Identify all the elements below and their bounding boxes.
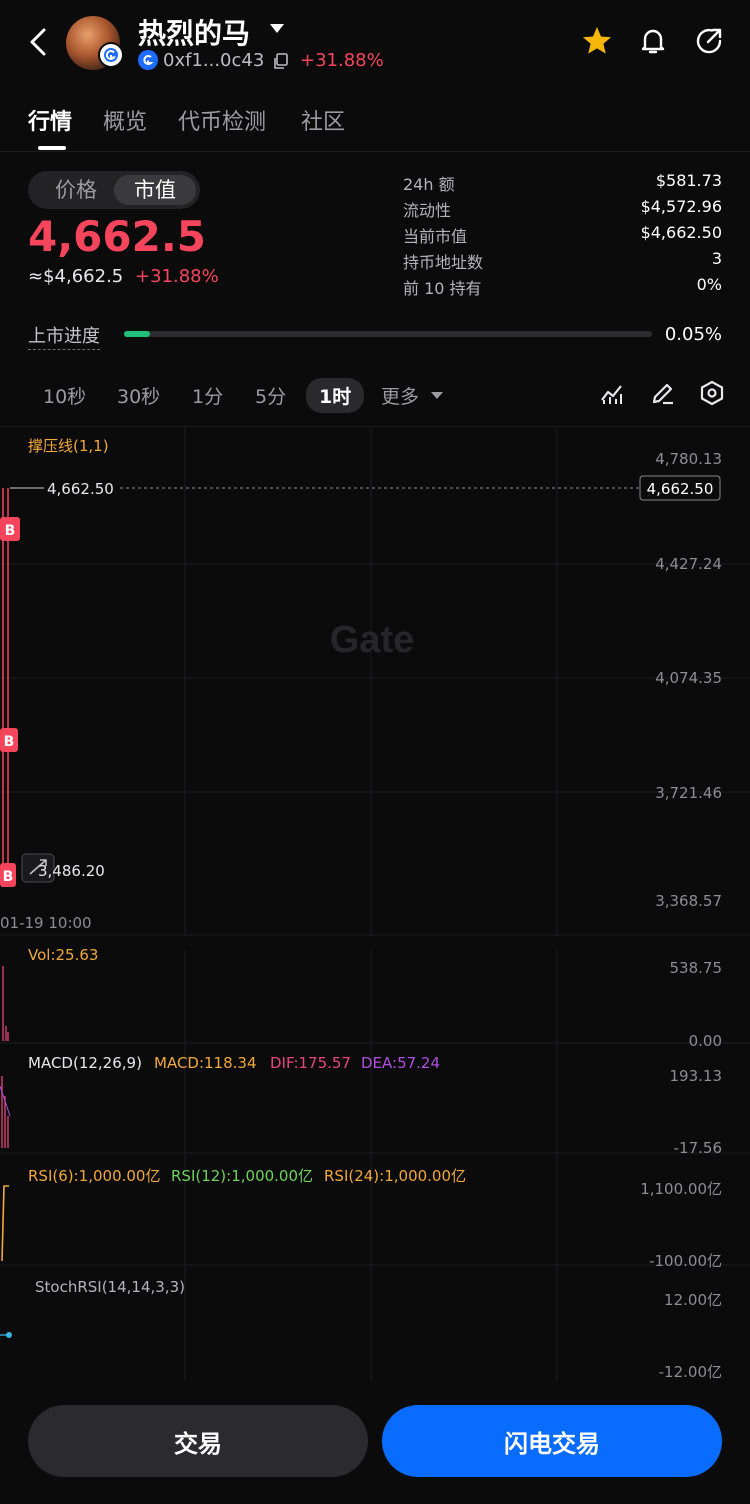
stat-value-top10: 0% xyxy=(696,275,722,294)
stat-value-mcap: $4,662.50 xyxy=(640,223,722,242)
macd-histogram xyxy=(1,1076,9,1148)
interval-5m[interactable]: 5分 xyxy=(255,382,286,409)
gate-watermark: Gate xyxy=(330,619,414,661)
stat-label-holders: 持币地址数 xyxy=(403,253,484,272)
y-tick: 3,368.57 xyxy=(655,892,722,910)
platform-badge-icon xyxy=(98,42,124,68)
draw-pen-icon[interactable] xyxy=(650,380,676,406)
stat-label-mcap: 当前市值 xyxy=(403,227,468,246)
y-tick: 4,780.13 xyxy=(655,450,722,468)
vol-bars xyxy=(2,966,9,1041)
rsi24: RSI(24):1,000.00亿 xyxy=(324,1167,466,1185)
listing-progress-fill xyxy=(124,331,151,337)
listing-progress-bar xyxy=(124,331,652,337)
interval-1h[interactable]: 1时 xyxy=(306,378,365,413)
stat-label-volume: 24h 额 xyxy=(403,175,455,194)
stat-value-liquidity: $4,572.96 xyxy=(640,197,722,216)
macd-max: 193.13 xyxy=(670,1067,723,1085)
stat-value-volume: $581.73 xyxy=(655,171,722,190)
trade-button[interactable]: 交易 xyxy=(28,1405,368,1477)
tab-market[interactable]: 行情 xyxy=(28,104,72,136)
price-candle-line xyxy=(2,488,9,866)
price-chart[interactable]: Gate 撑压线(1,1) 4,662.50 4,662.50 B B B 3,… xyxy=(0,426,750,1380)
buy-marker-label: B xyxy=(4,734,15,750)
macd-dif: DIF:175.57 xyxy=(270,1054,351,1072)
chevron-down-icon[interactable] xyxy=(270,24,284,33)
chart-grid xyxy=(0,426,750,1380)
indicator-label: 撑压线(1,1) xyxy=(28,437,109,455)
interval-30s[interactable]: 30秒 xyxy=(117,382,160,409)
copy-icon[interactable] xyxy=(272,52,290,70)
rsi-min: -100.00亿 xyxy=(649,1252,722,1270)
listing-progress-label[interactable]: 上市进度 xyxy=(28,322,100,350)
rsi-line xyxy=(1,1185,9,1262)
rsi-max: 1,100.00亿 xyxy=(640,1180,722,1198)
indicator-icon[interactable] xyxy=(599,380,625,406)
bell-icon[interactable] xyxy=(636,24,670,58)
chevron-down-icon[interactable] xyxy=(431,392,443,399)
toggle-market-cap[interactable]: 市值 xyxy=(114,175,196,205)
time-label: 01-19 10:00 xyxy=(0,914,92,932)
buy-marker-label: B xyxy=(5,523,16,539)
vol-min: 0.00 xyxy=(689,1032,722,1050)
macd-name: MACD(12,26,9) xyxy=(28,1054,142,1072)
stochrsi-name: StochRSI(14,14,3,3) xyxy=(35,1278,185,1296)
y-tick: 4,074.35 xyxy=(655,669,722,687)
price-change: +31.88% xyxy=(300,50,384,71)
vol-label: Vol:25.63 xyxy=(28,946,98,964)
divider xyxy=(0,151,750,152)
high-marker-label: 4,662.50 xyxy=(47,480,114,498)
y-tick: 3,721.46 xyxy=(655,784,722,802)
usd-value: ≈$4,662.5 xyxy=(28,266,124,287)
toggle-price[interactable]: 价格 xyxy=(36,175,116,205)
stochrsi-min: -12.00亿 xyxy=(659,1363,722,1380)
low-marker-label: 3,486.20 xyxy=(38,862,105,880)
stat-label-top10: 前 10 持有 xyxy=(403,279,482,298)
buy-marker-label: B xyxy=(3,869,14,885)
macd-value: MACD:118.34 xyxy=(154,1054,257,1072)
macd-min: -17.56 xyxy=(674,1139,722,1157)
macd-dea: DEA:57.24 xyxy=(361,1054,440,1072)
stochrsi-max: 12.00亿 xyxy=(664,1291,722,1309)
rsi6: RSI(6):1,000.00亿 xyxy=(28,1167,160,1185)
flash-trade-button[interactable]: 闪电交易 xyxy=(382,1405,722,1477)
panel-gap xyxy=(0,936,750,950)
vol-max: 538.75 xyxy=(670,959,723,977)
current-price-tag-text: 4,662.50 xyxy=(647,480,714,498)
stat-label-liquidity: 流动性 xyxy=(403,201,452,220)
interval-10s[interactable]: 10秒 xyxy=(43,382,86,409)
listing-progress-percent: 0.05% xyxy=(664,324,722,345)
tab-underline xyxy=(38,146,66,150)
contract-address: 0xf1...0c43 xyxy=(163,50,265,71)
main-value: 4,662.5 xyxy=(28,212,207,261)
tab-community[interactable]: 社区 xyxy=(301,104,345,136)
y-tick: 4,427.24 xyxy=(655,555,722,573)
chain-icon xyxy=(138,50,158,70)
price-mcap-toggle: 价格 市值 xyxy=(28,171,200,209)
tab-overview[interactable]: 概览 xyxy=(103,104,147,136)
interval-1m[interactable]: 1分 xyxy=(192,382,223,409)
rsi12: RSI(12):1,000.00亿 xyxy=(171,1167,313,1185)
tab-token-check[interactable]: 代币检测 xyxy=(178,104,266,136)
share-icon[interactable] xyxy=(692,24,726,58)
star-icon[interactable] xyxy=(580,24,614,58)
interval-more[interactable]: 更多 xyxy=(381,382,419,409)
stat-value-holders: 3 xyxy=(711,249,722,268)
settings-hex-icon[interactable] xyxy=(699,380,725,406)
usd-change: +31.88% xyxy=(135,266,219,287)
back-arrow-icon[interactable] xyxy=(22,24,54,60)
token-name[interactable]: 热烈的马 xyxy=(138,12,250,52)
